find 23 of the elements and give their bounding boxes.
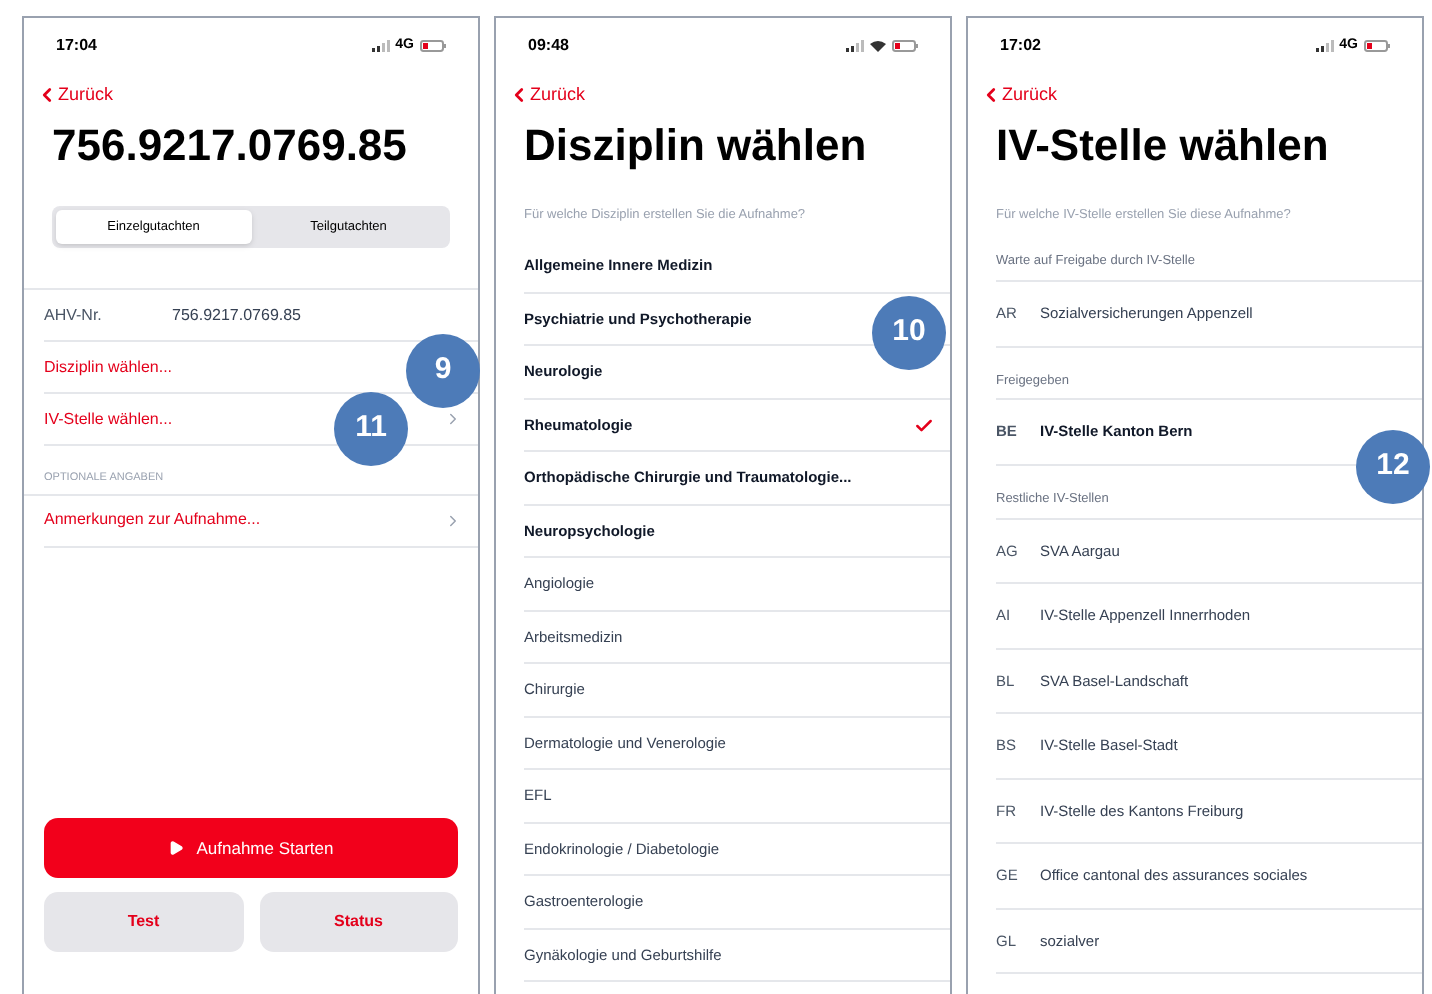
status-time: 17:02 [1000, 34, 1041, 58]
page-title: Disziplin wählen [522, 117, 869, 173]
play-icon [168, 840, 185, 856]
back-link[interactable]: Zurück [496, 82, 950, 109]
battery-icon [892, 40, 918, 52]
back-link[interactable]: Zurück [968, 82, 1422, 109]
start-button[interactable]: Aufnahme Starten [44, 818, 458, 878]
wifi-icon [870, 40, 886, 52]
page-title: IV-Stelle wählen [994, 117, 1331, 173]
signal-icon [846, 40, 864, 52]
field-value: 756.9217.0769.85 [172, 303, 302, 328]
status-time: 17:04 [56, 34, 97, 58]
secondary-button[interactable]: Status [259, 892, 458, 952]
status-time: 09:48 [528, 34, 569, 58]
field-label: AHV-Nr. [44, 303, 104, 328]
signal-icon [371, 40, 390, 52]
secondary-button[interactable]: Test [44, 892, 243, 952]
battery-icon [420, 40, 446, 52]
battery-icon [1364, 40, 1390, 52]
signal-icon [1315, 40, 1334, 52]
picker-link[interactable]: Anmerkungen zur Aufnahme... [44, 495, 478, 547]
back-link[interactable]: Zurück [24, 82, 478, 109]
page-title: 756.9217.0769.85 [50, 117, 409, 173]
